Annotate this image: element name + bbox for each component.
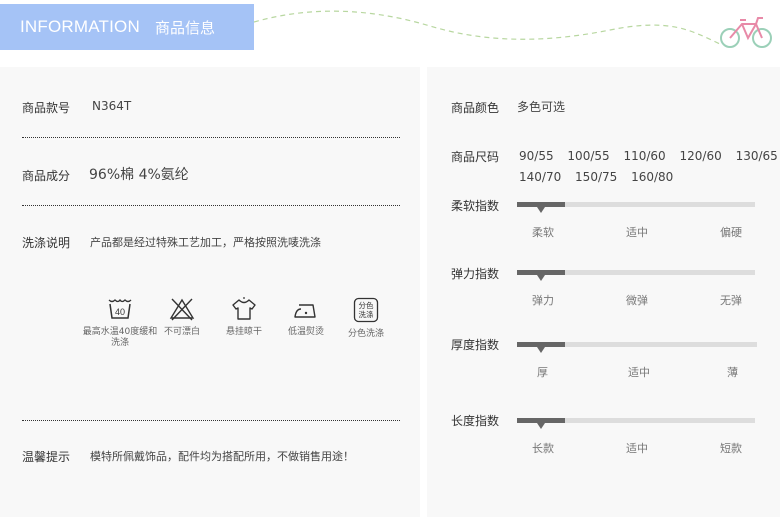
index-tick-high: 偏硬 [720,226,742,239]
elasticity-index-label: 弹力指数 [451,267,500,281]
svg-text:洗涤: 洗涤 [359,309,374,319]
size-option: 150/75 [575,170,618,184]
banner-title-en: INFORMATION [20,17,140,36]
svg-text:分色: 分色 [359,300,374,310]
index-tick-mid: 微弹 [626,294,648,307]
index-tick-mid: 适中 [626,442,648,455]
softness-index-bar [517,202,755,213]
divider [22,205,400,206]
notice-value: 模特所佩戴饰品，配件均为搭配所用，不做销售用途！ [90,450,354,463]
divider [22,420,400,421]
details-panel-right: 商品颜色 多色可选 商品尺码 90/55 100/55 110/60 120/6… [427,67,780,517]
index-tick-high: 薄 [727,366,738,379]
level-pointer [537,207,545,213]
level-pointer [537,347,545,353]
care-item-separate-wash: 分色 洗涤 分色洗涤 [326,297,406,340]
size-option: 130/65 [735,149,778,163]
index-tick-high: 无弹 [720,294,742,307]
svg-text:40: 40 [115,307,125,317]
washing-value: 产品都是经过特殊工艺加工，严格按照洗唛洗涤 [90,236,321,249]
index-tick-low: 厚 [537,366,548,379]
length-index-bar [517,418,755,429]
size-row-2: 140/70 150/75 160/80 [519,170,683,184]
elasticity-index-bar [517,270,755,281]
color-label: 商品颜色 [451,101,500,115]
hang-dry-icon [232,297,256,320]
size-option: 160/80 [631,170,674,184]
item-no-label: 商品款号 [22,101,71,115]
index-tick-mid: 适中 [626,226,648,239]
no-bleach-icon [169,298,195,321]
softness-index-label: 柔软指数 [451,199,500,213]
size-option: 100/55 [567,149,610,163]
thickness-index-bar [517,342,757,353]
index-tick-low: 柔软 [532,226,554,239]
details-panel-left: 商品款号 N364T 商品成分 96%棉 4%氨纶 洗涤说明 产品都是经过特殊工… [0,67,420,517]
color-value: 多色可选 [517,100,566,114]
notice-label: 温馨提示 [22,450,71,464]
size-option: 120/60 [679,149,722,163]
index-tick-mid: 适中 [628,366,650,379]
composition-label: 商品成分 [22,169,71,183]
size-label: 商品尺码 [451,150,500,164]
banner-title-cn: 商品信息 [155,19,216,37]
item-no-value: N364T [92,99,132,113]
wash-40-icon: 40 [108,298,132,319]
size-option: 110/60 [623,149,666,163]
size-option: 90/55 [519,149,554,163]
level-pointer [537,423,545,429]
bicycle-decoration-icon [253,10,772,48]
length-index-label: 长度指数 [451,414,500,428]
index-tick-low: 弹力 [532,294,554,307]
composition-value: 96%棉 4%氨纶 [89,167,189,183]
size-option: 140/70 [519,170,562,184]
divider [22,137,400,138]
size-row-1: 90/55 100/55 110/60 120/60 130/65 [519,149,780,163]
thickness-index-label: 厚度指数 [451,338,500,352]
info-banner: INFORMATION 商品信息 [0,4,254,50]
index-tick-high: 短款 [720,442,742,455]
index-tick-low: 长款 [532,442,554,455]
washing-label: 洗涤说明 [22,236,71,250]
separate-wash-icon: 分色 洗涤 [353,297,379,323]
care-caption: 分色洗涤 [347,329,384,339]
level-pointer [537,275,545,281]
low-iron-icon [294,304,316,318]
